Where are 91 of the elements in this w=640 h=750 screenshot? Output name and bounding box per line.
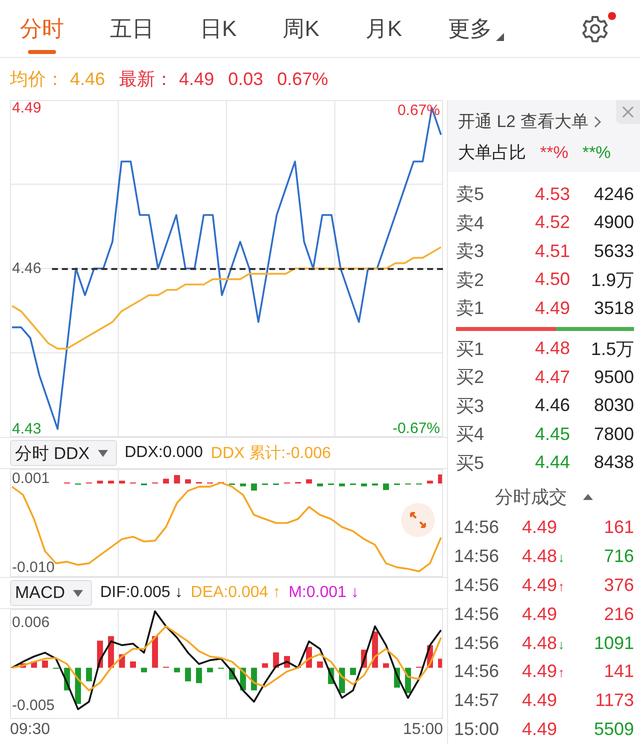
trade-volume: 161 (602, 516, 634, 538)
axis-label: 0.001 (12, 470, 50, 488)
trend-arrow: ↑ (558, 578, 565, 594)
order-price: 4.53 (534, 184, 570, 205)
trade-volume: 1091 (592, 632, 634, 654)
trade-time: 14:56 (454, 574, 500, 596)
indicator-dropdown[interactable]: 分时 DDX (10, 440, 117, 466)
order-level-label: 卖3 (456, 240, 486, 264)
trade-volume: 716 (602, 546, 634, 567)
trade-time: 14:56 (454, 632, 500, 654)
tab[interactable]: 更多 (448, 0, 492, 56)
order-level-label: 买2 (456, 366, 486, 390)
order-price: 4.49 (534, 298, 570, 319)
ratio-value: **% (540, 142, 568, 162)
trade-volume: 1173 (594, 690, 634, 712)
percent-change: 0.67% (277, 68, 328, 90)
indicator-value: M:0.001 ↓ (288, 584, 359, 602)
order-level-label: 买5 (456, 452, 486, 475)
trade-volume: 141 (602, 661, 634, 682)
order-volume: 7800 (592, 424, 634, 445)
average-price: 4.46 (70, 68, 106, 90)
indicator-value: DEA:0.004 ↑ (190, 584, 281, 602)
indicator-value: DDX:0.000 (124, 444, 203, 462)
order-price: 4.51 (534, 240, 570, 262)
time-axis-label: 15:00 (402, 721, 443, 739)
order-price: 4.48 (534, 338, 570, 360)
order-level-label: 买3 (456, 394, 486, 418)
trend-arrow: ↑ (558, 665, 565, 680)
order-level-label: 买1 (456, 338, 486, 361)
tab[interactable]: 周K (282, 0, 320, 56)
order-level-label: 卖2 (456, 268, 486, 292)
trade-volume: 5509 (592, 719, 634, 740)
indicator-value: DIF:0.005 ↓ (100, 584, 183, 602)
order-volume: 8030 (592, 395, 634, 416)
trade-time: 14:56 (454, 546, 500, 567)
average-price-label: 均价： (10, 68, 64, 91)
trade-time: 14:57 (454, 690, 500, 712)
time-axis-label: 09:30 (10, 721, 50, 739)
order-volume: 1.9万 (590, 268, 634, 292)
order-price: 4.44 (534, 452, 570, 474)
trade-time: 14:56 (454, 604, 500, 625)
order-price: 4.46 (534, 395, 570, 416)
order-volume: 1.5万 (590, 338, 634, 361)
percent-label: -0.67% (392, 420, 440, 437)
order-volume: 3518 (592, 298, 634, 319)
trade-time: 14:56 (454, 661, 500, 682)
axis-label: 4.43 (12, 420, 42, 437)
trade-volume: 216 (602, 604, 634, 625)
order-price: 4.47 (534, 366, 570, 388)
trade-price: 4.49 (522, 661, 558, 682)
indicator-value: DDX 累计:-0.006 (210, 444, 331, 464)
axis-label: -0.010 (12, 558, 55, 576)
trade-price: 4.49 (522, 690, 558, 710)
axis-label: -0.005 (12, 696, 55, 714)
order-level-label: 卖1 (456, 297, 486, 320)
indicator-dropdown[interactable]: MACD (10, 580, 92, 606)
trade-time: 15:00 (454, 719, 500, 740)
ratio-label: 大单占比 (458, 142, 526, 164)
order-level-label: 卖4 (456, 212, 486, 235)
order-volume: 9500 (592, 366, 634, 388)
latest-price-label: 最新： (119, 68, 174, 91)
order-volume: 4246 (592, 184, 634, 205)
trade-price: 4.48 (522, 546, 558, 566)
order-level-label: 买4 (456, 423, 486, 446)
trade-price: 4.49 (522, 604, 558, 624)
axis-label: 4.49 (12, 100, 42, 117)
trade-price: 4.49 (522, 516, 558, 537)
trade-price: 4.49 (522, 719, 558, 740)
tab[interactable]: 日K (200, 0, 237, 56)
order-level-label: 卖5 (456, 183, 486, 206)
order-volume: 5633 (592, 240, 634, 262)
latest-price: 4.49 (179, 68, 214, 90)
trend-arrow: ↓ (558, 636, 565, 652)
trade-time: 14:56 (454, 516, 500, 538)
order-volume: 8438 (592, 452, 634, 474)
tab[interactable]: 月K (365, 0, 402, 56)
tab[interactable]: 五日 (110, 0, 154, 56)
trade-price: 4.49 (522, 574, 558, 595)
section-title: 分时成交 (495, 486, 567, 509)
axis-label: 0.006 (12, 614, 50, 632)
trend-arrow: ↓ (558, 550, 565, 565)
trade-price: 4.48 (522, 632, 558, 652)
order-price: 4.52 (534, 212, 570, 234)
axis-label: 4.46 (12, 260, 42, 277)
order-volume: 4900 (592, 212, 634, 234)
order-price: 4.45 (534, 424, 570, 445)
ratio-value: **% (582, 142, 611, 162)
trade-volume: 376 (602, 574, 634, 596)
order-price: 4.50 (534, 269, 570, 290)
price-change: 0.03 (228, 68, 264, 90)
upgrade-link[interactable]: 开通 L2 查看大单 (458, 110, 602, 133)
